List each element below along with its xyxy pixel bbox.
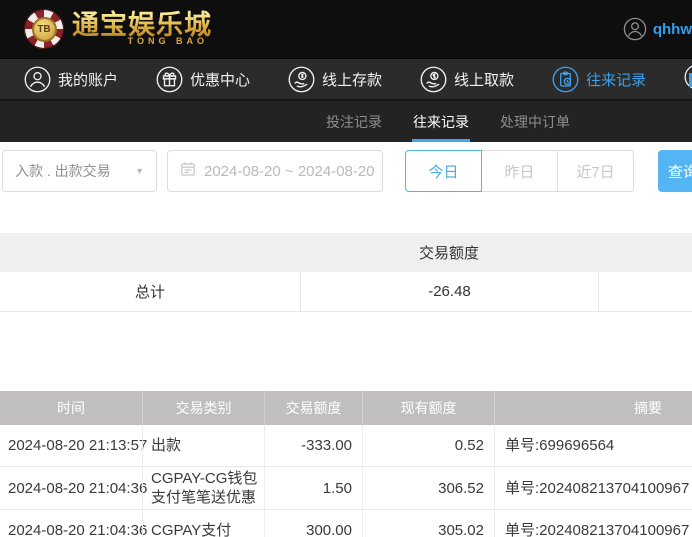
table-row: 2024-08-20 21:04:36 CGPAY-CG钱包支付笔笔送优惠 1.… bbox=[0, 467, 692, 510]
row-type: CGPAY支付 bbox=[142, 510, 264, 537]
row-type: CGPAY-CG钱包支付笔笔送优惠 bbox=[142, 467, 264, 509]
row-amount: 1.50 bbox=[264, 467, 362, 509]
col-type: 交易类别 bbox=[142, 391, 264, 425]
row-balance: 306.52 bbox=[362, 467, 494, 509]
username[interactable]: qhhw bbox=[653, 21, 692, 38]
nav-label: 线上存款 bbox=[322, 71, 383, 89]
chevron-down-icon: ▼ bbox=[135, 166, 144, 176]
row-time: 2024-08-20 21:04:36 bbox=[8, 479, 148, 497]
row-memo: 单号:699696564 bbox=[494, 425, 692, 466]
transaction-type-select[interactable]: 入款 . 出款交易 ▼ bbox=[2, 150, 157, 192]
row-memo: 单号:202408213704100967 bbox=[494, 467, 692, 509]
row-amount: 300.00 bbox=[264, 510, 362, 537]
casino-chip-icon: TB bbox=[24, 9, 64, 49]
calendar-icon bbox=[180, 161, 196, 182]
nav-item-withdraw[interactable]: 线上取款 bbox=[420, 66, 514, 93]
nav-item-deposit[interactable]: 线上存款 bbox=[288, 66, 382, 93]
quick-date-buttons: 今日 昨日 近7日 bbox=[405, 150, 634, 192]
records-icon bbox=[552, 66, 579, 93]
col-memo: 摘要 bbox=[494, 391, 692, 425]
tab-processing-orders[interactable]: 处理中订单 bbox=[499, 101, 571, 142]
col-balance: 现有额度 bbox=[362, 391, 494, 425]
top-header: TB 通宝娱乐城 TONG BAO qhhw bbox=[0, 0, 692, 58]
records-table: 时间 交易类别 交易额度 现有额度 摘要 2024-08-20 21:13:57… bbox=[0, 391, 692, 537]
summary-table: 交易额度 总计 -26.48 bbox=[0, 233, 692, 312]
brand-logo[interactable]: TB 通宝娱乐城 TONG BAO bbox=[24, 9, 212, 49]
tab-betting-records[interactable]: 投注记录 bbox=[325, 101, 383, 142]
row-time: 2024-08-20 21:04:36 bbox=[8, 522, 148, 537]
user-icon bbox=[24, 66, 51, 93]
row-amount: -333.00 bbox=[264, 425, 362, 466]
last7days-button[interactable]: 近7日 bbox=[557, 150, 634, 192]
col-time: 时间 bbox=[57, 400, 85, 416]
table-row: 2024-08-20 21:04:36 CGPAY支付 300.00 305.0… bbox=[0, 510, 692, 537]
user-avatar-icon bbox=[623, 17, 647, 41]
deposit-icon bbox=[288, 66, 315, 93]
nav-item-transactions[interactable]: 往来记录 bbox=[552, 66, 646, 93]
nav-label: 优惠中心 bbox=[190, 71, 251, 89]
row-balance: 0.52 bbox=[362, 425, 494, 466]
nav-label: 我的账户 bbox=[58, 71, 119, 89]
nav-label: 线上取款 bbox=[454, 71, 515, 89]
filter-bar: 入款 . 出款交易 ▼ 2024-08-20 ~ 2024-08-20 今日 昨… bbox=[0, 142, 692, 200]
search-button[interactable]: 查询 bbox=[658, 150, 692, 192]
date-range-value: 2024-08-20 ~ 2024-08-20 bbox=[204, 162, 375, 180]
table-row: 2024-08-20 21:13:57 出款 -333.00 0.52 单号:6… bbox=[0, 425, 692, 467]
summary-total-value: -26.48 bbox=[300, 272, 598, 311]
transaction-type-value: 入款 . 出款交易 bbox=[15, 163, 111, 179]
row-balance: 305.02 bbox=[362, 510, 494, 537]
record-tabs: 投注记录 往来记录 处理中订单 bbox=[0, 101, 692, 142]
chip-label: TB bbox=[31, 16, 57, 42]
nav-label: 往来记录 bbox=[586, 71, 647, 89]
date-range-input[interactable]: 2024-08-20 ~ 2024-08-20 bbox=[167, 150, 383, 192]
records-header-row: 时间 交易类别 交易额度 现有额度 摘要 bbox=[0, 391, 692, 425]
main-nav: 我的账户 优惠中心 线上存款 线上取款 往来记录 bbox=[0, 58, 692, 101]
tab-transaction-records[interactable]: 往来记录 bbox=[412, 101, 470, 142]
summary-header-row: 交易额度 bbox=[0, 233, 692, 272]
user-account[interactable]: qhhw bbox=[623, 17, 692, 41]
today-button[interactable]: 今日 bbox=[405, 150, 482, 192]
transaction-records-page: TB 通宝娱乐城 TONG BAO qhhw 我的账户 优惠中心 线上存款 线上… bbox=[0, 0, 692, 537]
row-type: 出款 bbox=[142, 425, 264, 466]
gift-icon bbox=[156, 66, 183, 93]
nav-item-promotions[interactable]: 优惠中心 bbox=[156, 66, 250, 93]
nav-item-my-account[interactable]: 我的账户 bbox=[24, 66, 118, 93]
withdraw-icon bbox=[420, 66, 447, 93]
summary-header-label: 交易额度 bbox=[418, 245, 479, 262]
row-memo: 单号:202408213704100967 bbox=[494, 510, 692, 537]
row-time: 2024-08-20 21:13:57 bbox=[8, 437, 148, 454]
yesterday-button[interactable]: 昨日 bbox=[481, 150, 558, 192]
col-amount: 交易额度 bbox=[264, 391, 362, 425]
summary-total-label: 总计 bbox=[134, 284, 165, 301]
summary-total-row: 总计 -26.48 bbox=[0, 272, 692, 312]
